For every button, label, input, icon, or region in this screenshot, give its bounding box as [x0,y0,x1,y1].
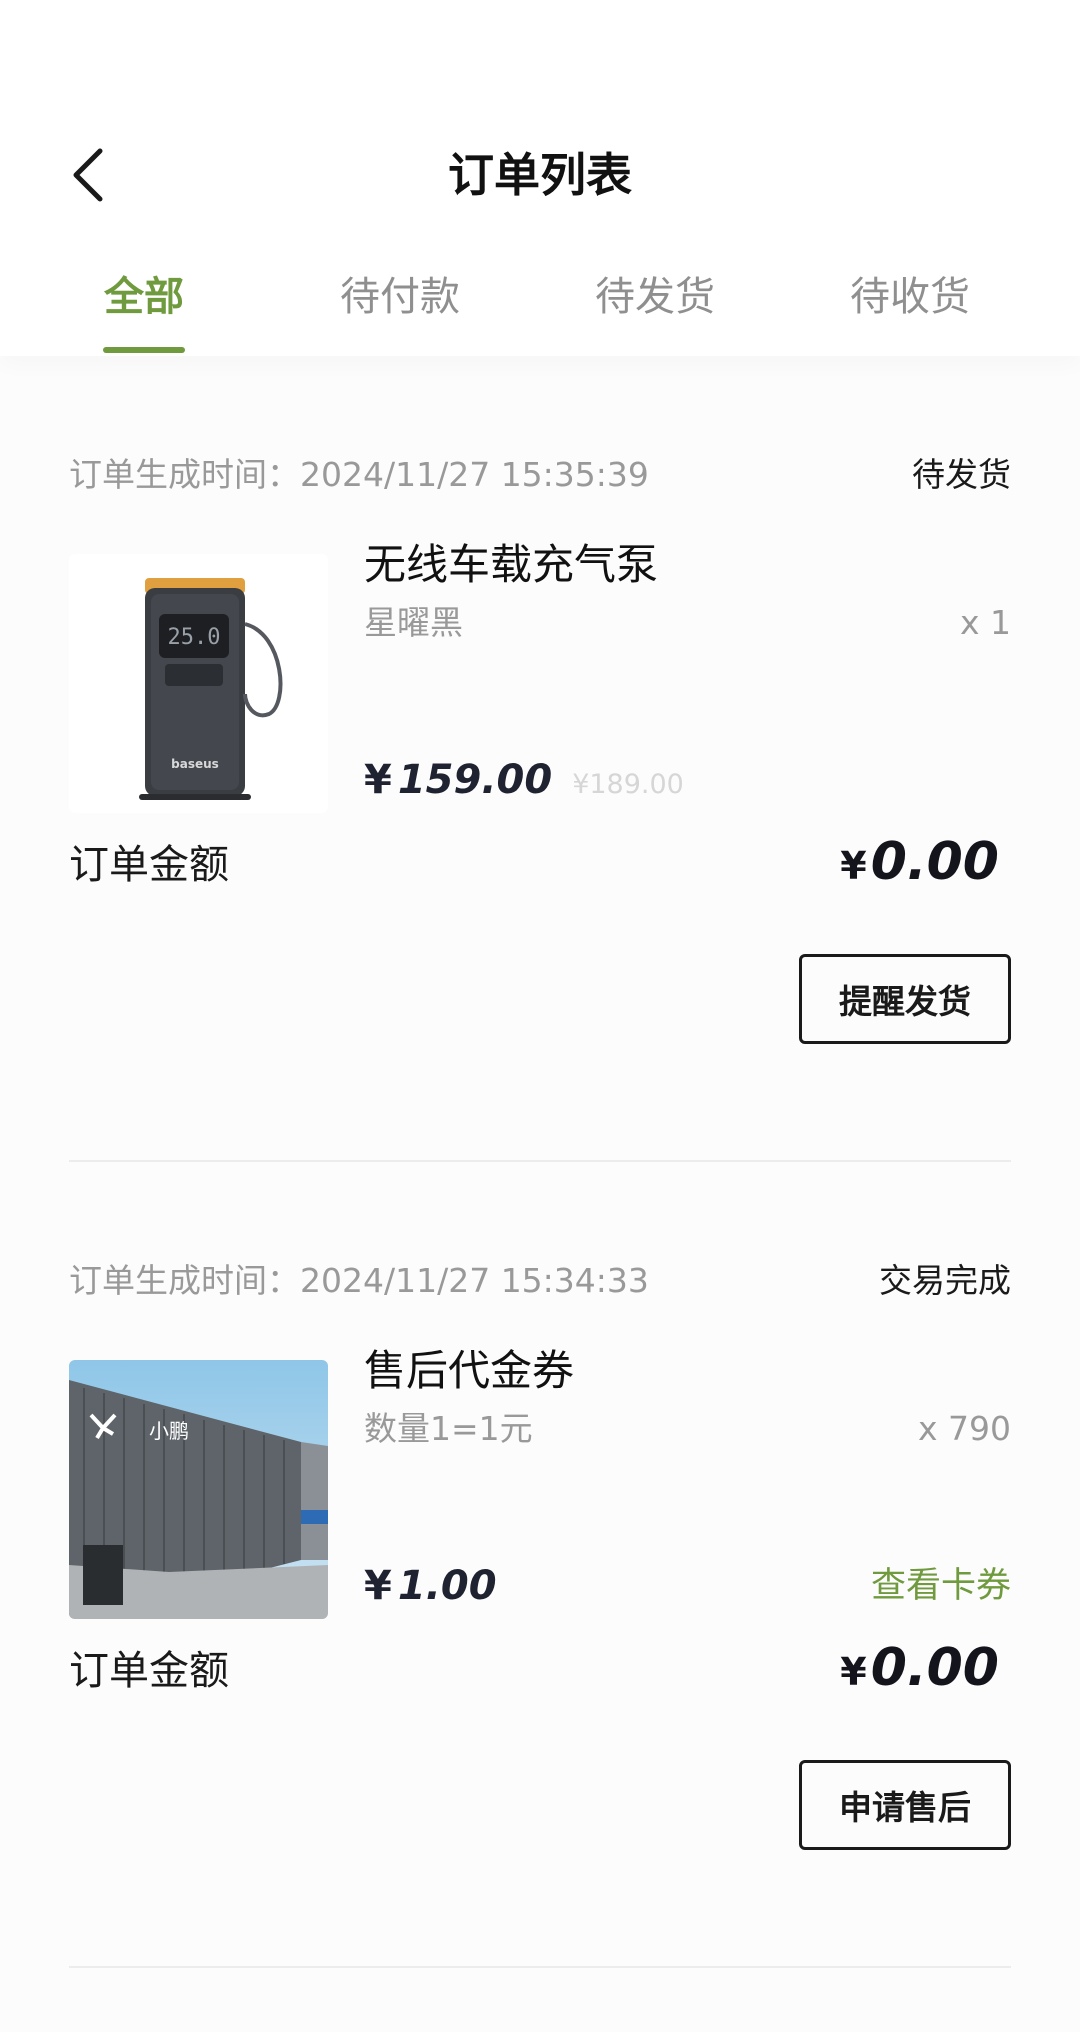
currency-symbol: ¥ [840,1650,867,1694]
order-divider [69,1966,1011,1968]
order-total-label: 订单金额 [69,1648,229,1694]
total-value: 0.00 [870,1638,999,1698]
request-after-sales-button[interactable]: 申请售后 [799,1760,1011,1850]
tab-label: 待收货 [850,274,970,320]
product-image-voucher[interactable]: 小鹏 [69,1360,328,1619]
svg-text:25.0: 25.0 [168,625,221,650]
order-tabs: 全部 待付款 待发货 待收货 [0,262,1080,356]
product-quantity: x 1 [959,603,1011,642]
order-time: 订单生成时间：2024/11/27 15:34:33 [69,1261,649,1300]
product-spec: 数量1=1元 [364,1409,533,1448]
tab-pending-shipment[interactable]: 待发货 [565,262,745,356]
building-logo-text: 小鹏 [149,1419,189,1443]
product-image-tire-inflator[interactable]: 25.0 baseus [69,554,328,813]
tab-label: 待付款 [340,274,460,320]
currency-symbol: ¥ [364,1563,392,1609]
tab-pending-payment[interactable]: 待付款 [310,262,490,356]
order-card: 订单生成时间：2024/11/27 15:34:33 交易完成 小鹏 售后代金券… [69,1256,1011,1876]
total-value: 0.00 [870,832,999,892]
remind-shipment-button[interactable]: 提醒发货 [799,954,1011,1044]
product-quantity: x 790 [917,1409,1011,1448]
product-price: ¥159.00 ¥189.00 [364,740,684,828]
view-voucher-link[interactable]: 查看卡券 [871,1556,1011,1616]
header-bar: 订单列表 全部 待付款 待发货 待收货 [0,0,1080,356]
tab-label: 全部 [104,274,184,320]
tab-label: 待发货 [595,274,715,320]
price-value: 159.00 [397,757,553,803]
product-spec: 星曜黑 [364,603,463,642]
order-divider [69,1160,1011,1162]
currency-symbol: ¥ [364,757,392,803]
order-total-amount: ¥0.00 [840,1628,999,1720]
svg-text:baseus: baseus [171,757,219,771]
product-name: 售后代金券 [364,1346,575,1395]
order-total-label: 订单金额 [69,842,229,888]
tab-all[interactable]: 全部 [54,262,234,356]
product-price: ¥1.00 [364,1546,497,1634]
order-status: 交易完成 [879,1261,1011,1300]
original-price: ¥189.00 [572,769,684,800]
order-total-amount: ¥0.00 [840,822,999,914]
currency-symbol: ¥ [840,844,867,888]
order-time: 订单生成时间：2024/11/27 15:35:39 [69,455,649,494]
tab-pending-receipt[interactable]: 待收货 [820,262,1000,356]
price-value: 1.00 [397,1563,497,1609]
order-card: 订单生成时间：2024/11/27 15:35:39 待发货 25.0 base… [69,450,1011,1070]
active-tab-indicator [103,347,185,353]
tire-inflator-image: 25.0 baseus [69,554,328,813]
order-status: 待发货 [912,455,1011,494]
page-title: 订单列表 [448,148,632,202]
product-name: 无线车载充气泵 [364,540,659,589]
service-center-building-image: 小鹏 [69,1360,328,1619]
